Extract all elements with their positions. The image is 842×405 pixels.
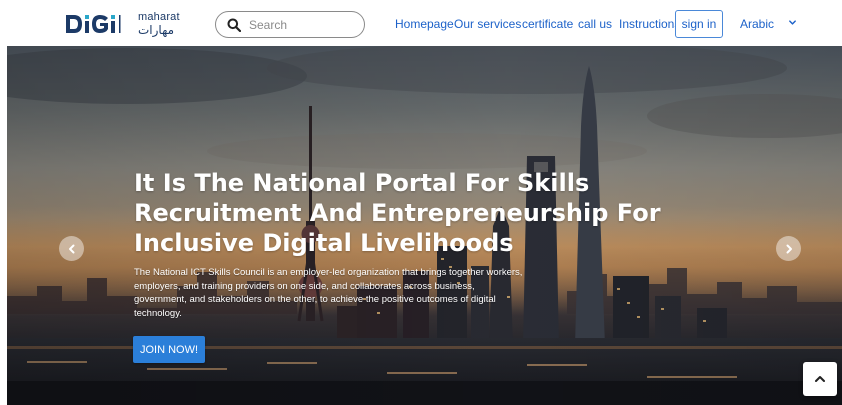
digi-maharat-logo[interactable]: maharat مهارات xyxy=(64,9,180,39)
language-selector[interactable]: Arabic xyxy=(740,17,774,31)
nav-homepage[interactable]: Homepage xyxy=(395,17,454,31)
hero-description: The National ICT Skills Council is an em… xyxy=(134,267,523,319)
chevron-down-icon[interactable] xyxy=(788,18,797,27)
search-input[interactable] xyxy=(249,17,359,32)
top-navbar: maharat مهارات Homepage Our services cer… xyxy=(0,0,842,46)
nav-call-us[interactable]: call us xyxy=(578,17,612,31)
scroll-to-top-button[interactable] xyxy=(803,362,837,396)
logo-wordmark: maharat مهارات xyxy=(138,11,180,37)
chevron-up-icon xyxy=(815,376,825,382)
carousel-next-button[interactable] xyxy=(776,236,801,261)
hero-title: It Is The National Portal For Skills Rec… xyxy=(134,169,661,257)
hero-carousel: It Is The National Portal For Skills Rec… xyxy=(7,46,842,405)
nav-instructions[interactable]: Instructions xyxy=(619,17,680,31)
nav-certificate[interactable]: certificate xyxy=(522,17,573,31)
nav-our-services[interactable]: Our services xyxy=(454,17,521,31)
join-now-button[interactable]: JOIN NOW! xyxy=(133,336,205,363)
sign-in-button[interactable]: sign in xyxy=(675,10,723,38)
digi-logo-mark xyxy=(66,15,121,33)
search-icon[interactable] xyxy=(227,18,241,32)
carousel-prev-button[interactable] xyxy=(59,236,84,261)
logo-text-ar: مهارات xyxy=(138,23,175,37)
chevron-right-icon xyxy=(786,244,792,253)
chevron-left-icon xyxy=(68,244,74,253)
logo-text-en: maharat xyxy=(138,11,180,23)
search-box[interactable] xyxy=(215,11,365,38)
